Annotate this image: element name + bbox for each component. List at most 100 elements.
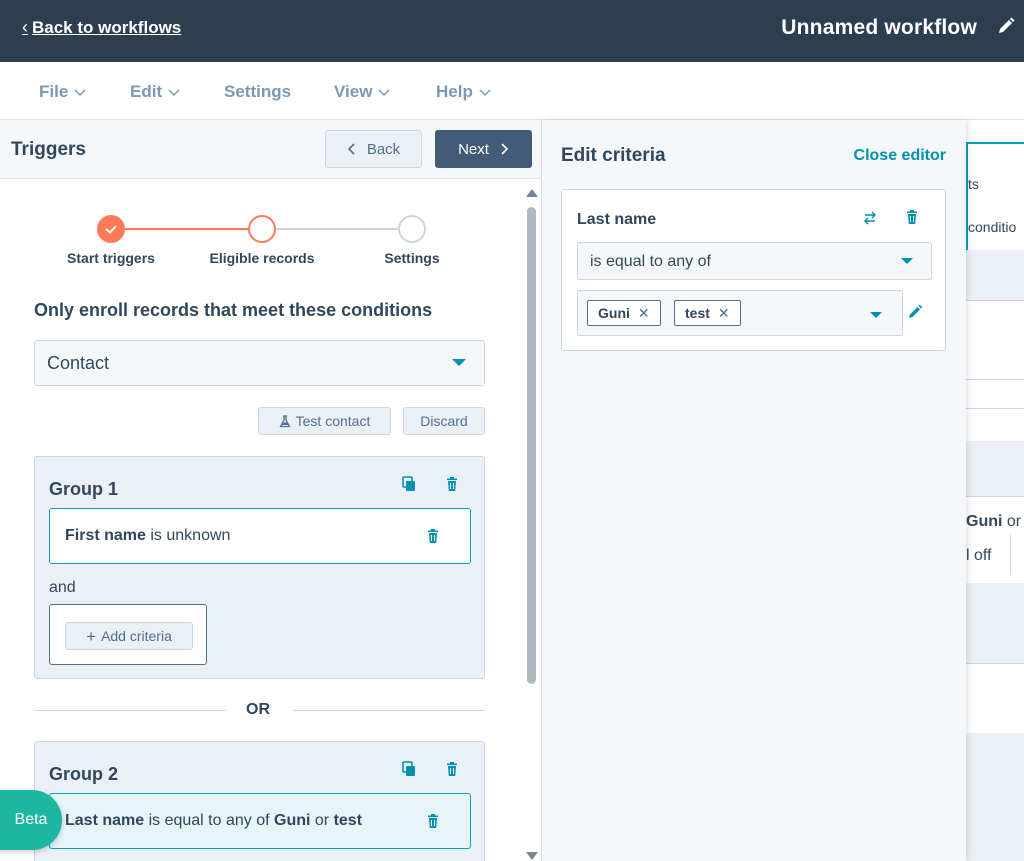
- scroll-up-arrow-icon[interactable]: [526, 189, 538, 197]
- canvas-block: [966, 441, 1024, 496]
- group-1: Group 1 First name is unknown and + Add …: [34, 456, 485, 679]
- test-contact-label: Test contact: [295, 413, 371, 429]
- group-2: Group 2 Last name is equal to any of Gun…: [34, 741, 485, 861]
- edit-criteria-title: Edit criteria: [561, 145, 666, 166]
- criteria-value-2: test: [333, 812, 363, 829]
- beta-badge[interactable]: Beta: [0, 790, 62, 850]
- edit-criteria-panel: Edit criteria Close editor Last name is …: [542, 120, 966, 861]
- stepper-line-upcoming: [276, 228, 398, 230]
- canvas-block: [966, 583, 1024, 663]
- canvas-text-ts: ts: [968, 176, 979, 192]
- canvas-block: [966, 379, 1024, 409]
- add-criteria-label: Add criteria: [101, 628, 172, 644]
- menu-bar: File Edit Settings View Help: [0, 62, 1024, 120]
- pencil-icon[interactable]: [907, 304, 923, 320]
- chevron-down-icon: [168, 89, 180, 97]
- remove-tag-icon[interactable]: ✕: [718, 305, 730, 322]
- editor-property-name: Last name: [577, 211, 657, 228]
- criteria-property: Last name: [65, 812, 145, 829]
- section-heading: Only enroll records that meet these cond…: [34, 300, 433, 320]
- back-button-label: Back: [366, 140, 401, 158]
- canvas-guni: Guni: [966, 513, 1003, 530]
- workflow-title[interactable]: Unnamed workflow: [781, 16, 977, 40]
- step-eligible-records[interactable]: [248, 215, 276, 243]
- back-to-workflows-link[interactable]: ‹ Back to workflows: [22, 17, 181, 38]
- operator-value: is equal to any of: [590, 253, 711, 270]
- canvas-block: [966, 300, 1024, 356]
- canvas-or: or: [1006, 513, 1022, 530]
- step-settings[interactable]: [398, 215, 426, 243]
- criteria-value-1: Guni: [274, 812, 311, 829]
- criteria-operator: is equal to any of: [144, 812, 274, 829]
- group-2-criteria[interactable]: Last name is equal to any of Guni or tes…: [49, 793, 471, 849]
- value-tag-test: test ✕: [674, 300, 741, 326]
- step-label-start-triggers: Start triggers: [67, 250, 155, 266]
- group-1-criteria[interactable]: First name is unknown: [49, 508, 471, 564]
- canvas-block: [966, 733, 1024, 861]
- trash-icon[interactable]: [444, 761, 460, 777]
- discard-button[interactable]: Discard: [403, 407, 485, 435]
- scrollbar-thumb[interactable]: [527, 207, 536, 684]
- test-contact-button[interactable]: Test contact: [258, 407, 391, 435]
- step-label-eligible-records: Eligible records: [209, 250, 315, 266]
- or-divider-right: [293, 710, 485, 711]
- triggers-panel: Triggers Back Next Start triggers Eligib…: [0, 120, 542, 861]
- group-1-title: Group 1: [49, 479, 119, 499]
- canvas-text-conditions: conditio: [968, 219, 1017, 235]
- canvas-divider: [1010, 535, 1011, 575]
- canvas-block: [966, 663, 1024, 733]
- value-tag-label: test: [685, 305, 710, 321]
- trash-icon[interactable]: [444, 476, 460, 492]
- remove-tag-icon[interactable]: ✕: [638, 305, 650, 322]
- clone-icon[interactable]: [401, 476, 417, 492]
- step-label-settings: Settings: [384, 250, 440, 266]
- close-editor-link[interactable]: Close editor: [854, 147, 946, 165]
- add-criteria-container: + Add criteria: [49, 604, 207, 665]
- chevron-down-icon: [74, 89, 86, 97]
- or-label: OR: [246, 701, 270, 718]
- caret-down-icon: [901, 258, 913, 264]
- trash-icon[interactable]: [904, 209, 920, 225]
- menu-settings-label: Settings: [224, 82, 292, 101]
- clone-icon[interactable]: [401, 761, 417, 777]
- object-type-value: Contact: [47, 353, 110, 373]
- next-button[interactable]: Next: [435, 130, 532, 168]
- chevron-down-icon: [479, 89, 491, 97]
- scroll-down-arrow-icon[interactable]: [526, 852, 538, 860]
- menu-help-label: Help: [436, 82, 473, 101]
- caret-down-icon: [452, 359, 466, 366]
- group-2-title: Group 2: [49, 764, 119, 784]
- chevron-right-icon: [501, 143, 509, 155]
- chevron-down-icon: [378, 89, 390, 97]
- canvas-block: [966, 250, 1024, 300]
- trash-icon[interactable]: [425, 528, 441, 544]
- add-criteria-button[interactable]: + Add criteria: [65, 622, 193, 650]
- object-type-select[interactable]: Contact: [34, 340, 485, 386]
- menu-edit[interactable]: Edit: [130, 82, 180, 102]
- step-start-triggers[interactable]: [97, 215, 125, 243]
- back-to-workflows-label: Back to workflows: [32, 17, 182, 37]
- menu-view[interactable]: View: [334, 82, 390, 102]
- chevron-left-icon: [347, 143, 355, 155]
- checkmark-icon: [105, 225, 117, 234]
- back-button[interactable]: Back: [325, 130, 422, 168]
- menu-settings[interactable]: Settings: [224, 82, 291, 102]
- canvas-text-off: l off: [966, 547, 992, 564]
- canvas-text-guni: Guni or: [966, 513, 1021, 531]
- values-multiselect[interactable]: Guni ✕ test ✕: [577, 290, 903, 336]
- criteria-joiner: or: [310, 812, 334, 829]
- operator-select[interactable]: is equal to any of: [577, 242, 932, 280]
- plus-icon: +: [86, 626, 97, 646]
- menu-edit-label: Edit: [130, 82, 163, 101]
- pencil-icon[interactable]: [996, 16, 1016, 36]
- caret-down-icon[interactable]: [870, 312, 882, 318]
- criteria-editor-card: Last name is equal to any of Guni ✕ test…: [561, 189, 946, 351]
- value-tag-guni: Guni ✕: [587, 300, 661, 326]
- menu-file[interactable]: File: [39, 82, 86, 102]
- top-bar: ‹ Back to workflows Unnamed workflow: [0, 0, 1024, 62]
- swap-icon[interactable]: [862, 210, 878, 226]
- stepper-line-complete: [125, 228, 249, 230]
- menu-help[interactable]: Help: [436, 82, 491, 102]
- or-divider-left: [34, 710, 226, 711]
- trash-icon[interactable]: [425, 813, 441, 829]
